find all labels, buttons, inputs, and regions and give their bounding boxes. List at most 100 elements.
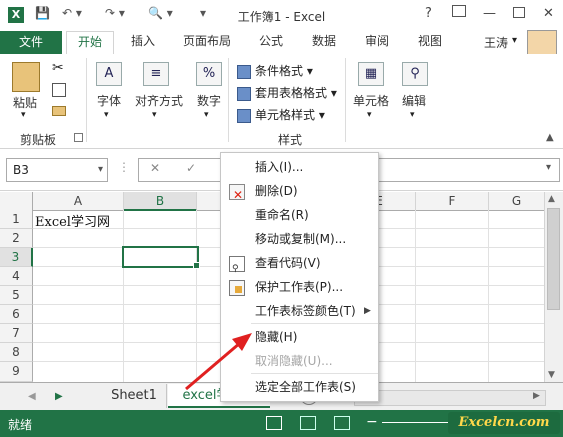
paste-dropdown-icon[interactable]: ▾	[21, 110, 26, 120]
user-name[interactable]: 王涛	[484, 34, 508, 51]
zoom-slider[interactable]	[382, 422, 452, 423]
editing-dropdown-icon[interactable]: ▾	[410, 110, 415, 120]
row-header-4[interactable]: 4	[0, 267, 33, 286]
tab-file[interactable]: 文件	[0, 31, 62, 54]
group-label-clipboard: 剪贴板	[19, 133, 56, 147]
expand-formula-bar-icon[interactable]: ▾	[546, 162, 551, 173]
tab-formulas[interactable]: 公式	[252, 31, 290, 53]
conditional-formatting-button[interactable]: 条件格式 ▾	[237, 62, 313, 79]
next-sheet-icon[interactable]: ▶	[55, 391, 63, 402]
tab-view[interactable]: 视图	[411, 31, 449, 53]
cell-styles-button[interactable]: 单元格样式 ▾	[237, 106, 325, 123]
paste-button[interactable]: 粘贴	[10, 94, 40, 111]
hscroll-right-icon[interactable]: ▶	[533, 391, 540, 401]
editing-button[interactable]: 编辑	[396, 92, 432, 109]
column-header-b[interactable]: B	[124, 192, 197, 211]
formula-bar-grip[interactable]: ⋮	[118, 160, 130, 174]
select-all-corner[interactable]	[0, 192, 33, 211]
menu-separator	[251, 323, 378, 324]
annotation-arrow	[185, 333, 252, 391]
user-dropdown-icon[interactable]: ▾	[512, 35, 517, 46]
menu-item-view-code[interactable]: ⚲ 查看代码(V)	[221, 251, 378, 275]
ribbon-display-icon[interactable]	[452, 5, 466, 17]
row-header-6[interactable]: 6	[0, 305, 33, 324]
scroll-up-icon[interactable]: ▲	[548, 194, 555, 204]
fill-handle[interactable]	[193, 262, 200, 269]
submenu-arrow-icon: ▶	[364, 306, 371, 316]
row-header-7[interactable]: 7	[0, 324, 33, 343]
tab-insert[interactable]: 插入	[124, 31, 162, 53]
horizontal-scrollbar[interactable]	[354, 390, 546, 406]
alignment-dropdown-icon[interactable]: ▾	[152, 110, 157, 120]
format-painter-icon[interactable]	[52, 106, 66, 116]
conditional-formatting-icon	[237, 64, 251, 79]
cells-dropdown-icon[interactable]: ▾	[367, 110, 372, 120]
view-code-icon: ⚲	[229, 256, 245, 274]
minimize-button[interactable]: —	[483, 6, 496, 21]
row-header-1[interactable]: 1	[0, 210, 33, 229]
alignment-icon[interactable]: ≡	[143, 62, 169, 86]
copy-icon[interactable]	[52, 83, 66, 97]
page-layout-view-icon[interactable]	[300, 416, 316, 430]
menu-item-rename[interactable]: 重命名(R)	[221, 203, 378, 227]
scroll-down-icon[interactable]: ▼	[548, 370, 555, 380]
column-header-g[interactable]: G	[489, 192, 545, 211]
normal-view-icon[interactable]	[266, 416, 282, 430]
cells-icon[interactable]: ▦	[358, 62, 384, 86]
prev-sheet-icon[interactable]: ◀	[28, 391, 36, 402]
tab-home[interactable]: 开始	[66, 31, 114, 55]
collapse-ribbon-icon[interactable]: ▲	[546, 132, 554, 143]
status-ready: 就绪	[8, 418, 33, 432]
menu-item-delete[interactable]: ✕ 删除(D)	[221, 179, 378, 203]
cut-icon[interactable]: ✂	[52, 60, 64, 76]
number-button[interactable]: 数字	[192, 92, 226, 109]
row-header-9[interactable]: 9	[0, 362, 33, 382]
column-header-f[interactable]: F	[416, 192, 489, 211]
tab-data[interactable]: 数据	[305, 31, 343, 53]
avatar[interactable]	[527, 30, 557, 57]
tab-page-layout[interactable]: 页面布局	[176, 31, 238, 53]
table-icon	[237, 86, 251, 101]
menu-item-tab-color[interactable]: 工作表标签颜色(T) ▶	[221, 299, 378, 323]
row-header-2[interactable]: 2	[0, 229, 33, 248]
tab-review[interactable]: 审阅	[358, 31, 396, 53]
page-break-view-icon[interactable]	[334, 416, 350, 430]
restore-icon[interactable]	[513, 7, 525, 18]
row-header-5[interactable]: 5	[0, 286, 33, 305]
dialog-launcher-icon[interactable]	[74, 133, 83, 142]
group-divider	[228, 58, 229, 142]
font-button[interactable]: 字体	[90, 92, 128, 109]
group-label-styles: 样式	[277, 133, 302, 147]
menu-item-protect-sheet[interactable]: 保护工作表(P)...	[221, 275, 378, 299]
cancel-entry-button[interactable]: ✕	[150, 161, 160, 175]
cells-button[interactable]: 单元格	[350, 92, 392, 109]
group-divider	[345, 58, 346, 142]
menu-separator	[251, 373, 378, 374]
number-format-icon[interactable]: %	[196, 62, 222, 86]
cell-a1[interactable]: Excel学习网	[35, 211, 110, 230]
format-as-table-button[interactable]: 套用表格格式 ▾	[237, 84, 337, 101]
confirm-entry-button[interactable]: ✓	[186, 161, 196, 175]
editing-icon[interactable]: ⚲	[402, 62, 428, 86]
column-header-a[interactable]: A	[33, 192, 124, 211]
font-dropdown-icon[interactable]: ▾	[104, 110, 109, 120]
name-box[interactable]: B3 ▾	[6, 158, 108, 182]
group-divider	[86, 58, 87, 142]
menu-item-move-copy[interactable]: 移动或复制(M)...	[221, 227, 378, 251]
row-header-3[interactable]: 3	[0, 248, 33, 267]
scroll-thumb[interactable]	[547, 208, 560, 310]
paste-icon[interactable]	[12, 62, 40, 92]
close-button[interactable]: ✕	[543, 6, 554, 21]
row-header-8[interactable]: 8	[0, 343, 33, 362]
gridline	[488, 210, 489, 382]
name-box-dropdown-icon[interactable]: ▾	[98, 159, 103, 181]
zoom-out-icon[interactable]: −	[366, 414, 378, 430]
number-dropdown-icon[interactable]: ▾	[204, 110, 209, 120]
sheet-tab-sheet1[interactable]: Sheet1	[102, 384, 167, 408]
alignment-button[interactable]: 对齐方式	[130, 92, 188, 109]
menu-item-insert[interactable]: 插入(I)...	[221, 155, 378, 179]
font-icon[interactable]: A	[96, 62, 122, 86]
gridline	[123, 210, 124, 382]
help-button[interactable]: ?	[425, 6, 432, 21]
selected-cell-b3[interactable]	[122, 246, 199, 268]
